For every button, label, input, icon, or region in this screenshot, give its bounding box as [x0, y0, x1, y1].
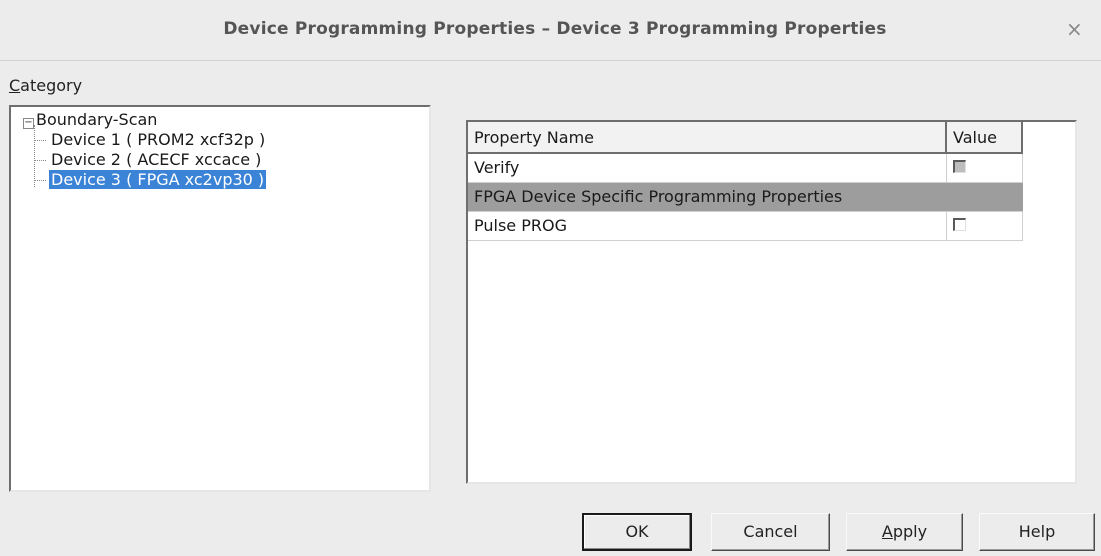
tree-item-device-2[interactable]: Device 2 ( ACECF xccace )	[34, 150, 263, 170]
tree-item-label: Device 3 ( FPGA xc2vp30 )	[49, 170, 267, 189]
verify-checkbox	[953, 160, 966, 173]
category-tree[interactable]: − Boundary-Scan Device 1 ( PROM2 xcf32p )…	[9, 105, 431, 492]
window-title: Device Programming Properties – Device 3…	[223, 19, 887, 39]
column-header-property-name[interactable]: Property Name	[468, 122, 947, 154]
title-bar: Device Programming Properties – Device 3…	[0, 0, 1101, 61]
apply-button[interactable]: Apply	[846, 513, 963, 551]
property-value	[947, 154, 1023, 182]
tree-branch-line	[34, 140, 46, 141]
tree-item-label: Device 2 ( ACECF xccace )	[51, 150, 262, 169]
group-header-value	[947, 183, 1023, 211]
apply-label-rest: pply	[892, 522, 928, 541]
tree-item-label: Device 1 ( PROM2 xcf32p )	[51, 130, 266, 149]
tree-root[interactable]: − Boundary-Scan	[23, 110, 157, 130]
cancel-button[interactable]: Cancel	[711, 513, 830, 551]
property-name: Verify	[468, 154, 947, 182]
close-icon[interactable]: ×	[1066, 17, 1083, 41]
pulse-prog-checkbox[interactable]	[953, 218, 966, 231]
group-header-label: FPGA Device Specific Programming Propert…	[468, 183, 947, 211]
property-grid[interactable]: Property Name Value Verify FPGA Device S…	[466, 120, 1077, 484]
tree-branch-line	[34, 160, 46, 161]
grid-header: Property Name Value	[468, 122, 1023, 154]
apply-mnemonic: A	[881, 522, 893, 541]
collapse-icon[interactable]: −	[23, 118, 34, 129]
category-label-rest: ategory	[20, 76, 83, 95]
property-value	[947, 212, 1023, 240]
table-row-verify[interactable]: Verify	[468, 154, 1023, 183]
table-row-group: FPGA Device Specific Programming Propert…	[468, 183, 1023, 212]
tree-item-device-1[interactable]: Device 1 ( PROM2 xcf32p )	[34, 130, 267, 150]
property-name: Pulse PROG	[468, 212, 947, 240]
ok-button[interactable]: OK	[582, 513, 692, 551]
tree-root-label: Boundary-Scan	[36, 110, 158, 129]
tree-branch-line	[34, 180, 46, 181]
table-row-pulse-prog[interactable]: Pulse PROG	[468, 212, 1023, 241]
column-header-value[interactable]: Value	[947, 122, 1023, 154]
help-button[interactable]: Help	[979, 513, 1095, 551]
category-label: Category	[9, 76, 82, 95]
category-mnemonic: C	[9, 76, 21, 95]
tree-item-device-3[interactable]: Device 3 ( FPGA xc2vp30 )	[34, 170, 267, 190]
